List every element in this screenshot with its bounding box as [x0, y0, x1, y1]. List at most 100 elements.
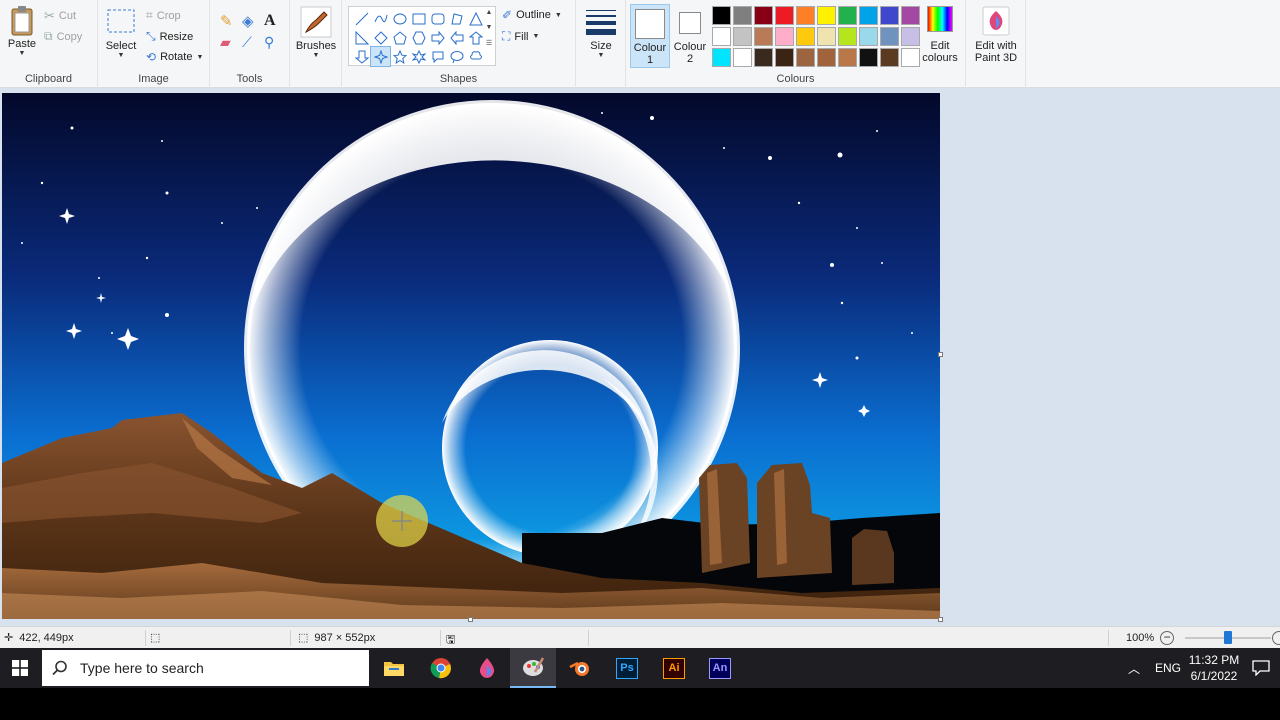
rotate-button[interactable]: ⟲ Rotate ▼ — [146, 50, 203, 64]
four-point-star-shape-icon[interactable] — [370, 46, 391, 67]
paste-dropdown-icon[interactable]: ▼ — [19, 50, 26, 57]
zoom-slider[interactable] — [1185, 631, 1271, 644]
select-button[interactable]: Select ▼ — [104, 8, 138, 59]
colour-swatch[interactable] — [859, 27, 878, 46]
triangle-shape-icon[interactable] — [466, 9, 485, 28]
oval-callout-shape-icon[interactable] — [447, 47, 466, 66]
hexagon-shape-icon[interactable] — [409, 28, 428, 47]
blender-app[interactable] — [557, 648, 603, 688]
illustrator-app[interactable]: Ai — [651, 648, 697, 688]
colour-swatch[interactable] — [796, 6, 815, 25]
fill-bucket-icon[interactable]: ◈ — [242, 12, 264, 34]
zoom-in-icon[interactable] — [1272, 631, 1280, 645]
colour-swatch[interactable] — [754, 48, 773, 67]
animate-app[interactable]: An — [697, 648, 743, 688]
colour-swatch[interactable] — [796, 48, 815, 67]
copy-button[interactable]: ⧉ Copy — [44, 29, 82, 44]
colour-swatch[interactable] — [712, 27, 731, 46]
edit-with-paint-3d-button[interactable]: Edit with Paint 3D — [970, 6, 1022, 64]
size-dropdown-icon[interactable]: ▼ — [598, 52, 605, 59]
colour-2-button[interactable]: Colour 2 — [670, 4, 710, 68]
rounded-callout-shape-icon[interactable] — [428, 47, 447, 66]
brushes-dropdown-icon[interactable]: ▼ — [313, 52, 320, 59]
outline-dropdown-icon[interactable]: ▼ — [555, 12, 562, 19]
colour-swatch[interactable] — [712, 48, 731, 67]
colour-swatch[interactable] — [901, 27, 920, 46]
right-arrow-shape-icon[interactable] — [428, 28, 447, 47]
shapes-scroll-up-icon[interactable]: ▲ — [486, 9, 493, 16]
paint-app[interactable] — [510, 648, 556, 688]
five-point-star-shape-icon[interactable] — [390, 47, 409, 66]
colour-swatch[interactable] — [775, 48, 794, 67]
shapes-expand-icon[interactable]: ☰ — [486, 39, 492, 47]
colour-swatch[interactable] — [754, 27, 773, 46]
paint-3d-app[interactable] — [464, 648, 510, 688]
colour-swatch[interactable] — [838, 6, 857, 25]
right-triangle-shape-icon[interactable] — [352, 28, 371, 47]
zoom-out-icon[interactable]: − — [1160, 631, 1175, 645]
show-hidden-icons-button[interactable]: ︿ — [1128, 648, 1140, 688]
drawing-canvas[interactable] — [2, 93, 940, 619]
colour-1-button[interactable]: Colour 1 — [630, 4, 670, 68]
diamond-shape-icon[interactable] — [371, 28, 390, 47]
colour-swatch[interactable] — [817, 48, 836, 67]
cloud-callout-shape-icon[interactable] — [466, 47, 485, 66]
pentagon-shape-icon[interactable] — [390, 28, 409, 47]
curve-shape-icon[interactable] — [371, 9, 390, 28]
paste-button[interactable]: Paste ▼ — [6, 4, 38, 57]
clock[interactable]: 11:32 PM 6/1/2022 — [1188, 648, 1240, 688]
pencil-icon[interactable]: ✎ — [220, 12, 242, 34]
resize-button[interactable]: ⤡ Resize — [146, 29, 193, 44]
colour-swatch[interactable] — [838, 27, 857, 46]
resize-handle-corner[interactable] — [938, 617, 943, 622]
polygon-shape-icon[interactable] — [447, 9, 466, 28]
rounded-rectangle-shape-icon[interactable] — [428, 9, 447, 28]
colour-swatch[interactable] — [859, 6, 878, 25]
shapes-scrollbar[interactable]: ▲ ▼ ☰ — [484, 9, 494, 47]
resize-handle-bottom[interactable] — [468, 617, 473, 622]
magnifier-icon[interactable]: ⚲ — [264, 34, 286, 56]
colour-picker-icon[interactable]: ⟋ — [242, 34, 264, 56]
colour-swatch[interactable] — [733, 6, 752, 25]
shapes-scroll-down-icon[interactable]: ▼ — [486, 24, 493, 31]
select-dropdown-icon[interactable]: ▼ — [118, 52, 125, 59]
eraser-icon[interactable]: ▰ — [220, 34, 242, 56]
down-arrow-shape-icon[interactable] — [352, 47, 371, 66]
resize-handle-right[interactable] — [938, 352, 943, 357]
crop-button[interactable]: ⌗ Crop — [146, 8, 181, 23]
colour-swatch[interactable] — [901, 6, 920, 25]
colour-swatch[interactable] — [754, 6, 773, 25]
colour-swatch[interactable] — [733, 27, 752, 46]
colour-swatch[interactable] — [859, 48, 878, 67]
colour-swatch[interactable] — [880, 48, 899, 67]
brushes-button[interactable]: Brushes ▼ — [296, 6, 336, 59]
line-shape-icon[interactable] — [352, 9, 371, 28]
colour-swatch[interactable] — [838, 48, 857, 67]
shapes-gallery[interactable]: ▲ ▼ ☰ — [348, 6, 496, 67]
colour-swatch[interactable] — [712, 6, 731, 25]
six-point-star-shape-icon[interactable] — [409, 47, 428, 66]
left-arrow-shape-icon[interactable] — [447, 28, 466, 47]
size-button[interactable]: Size ▼ — [582, 8, 620, 59]
colour-swatch[interactable] — [733, 48, 752, 67]
rectangle-shape-icon[interactable] — [409, 9, 428, 28]
colour-swatch[interactable] — [775, 6, 794, 25]
outline-button[interactable]: ✐ Outline ▼ — [502, 8, 562, 22]
zoom-slider-thumb[interactable] — [1224, 631, 1232, 644]
colour-swatch[interactable] — [817, 6, 836, 25]
taskbar-search[interactable]: Type here to search — [42, 650, 369, 686]
oval-shape-icon[interactable] — [390, 9, 409, 28]
fill-dropdown-icon[interactable]: ▼ — [532, 33, 539, 40]
colour-swatch[interactable] — [775, 27, 794, 46]
colour-swatch[interactable] — [796, 27, 815, 46]
chrome-app[interactable] — [418, 648, 464, 688]
cut-button[interactable]: ✂ Cut — [44, 8, 76, 24]
colour-swatch[interactable] — [880, 6, 899, 25]
language-indicator[interactable]: ENG — [1155, 648, 1181, 688]
colour-swatch[interactable] — [817, 27, 836, 46]
action-center-button[interactable] — [1252, 648, 1270, 688]
colour-swatch[interactable] — [880, 27, 899, 46]
up-arrow-shape-icon[interactable] — [466, 28, 485, 47]
text-icon[interactable]: A — [264, 12, 286, 34]
colour-swatch[interactable] — [901, 48, 920, 67]
